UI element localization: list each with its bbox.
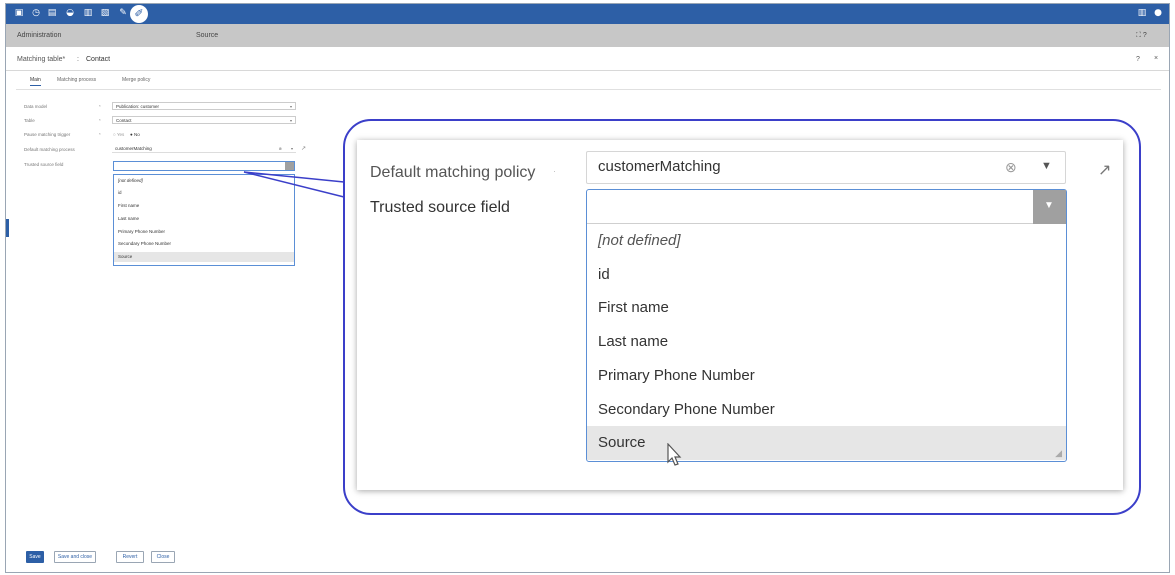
field-dot: ·	[553, 166, 556, 176]
mouse-pointer-icon	[667, 443, 682, 466]
list-item[interactable]: [not defined]	[587, 224, 1066, 258]
list-item[interactable]: First name	[587, 291, 1066, 325]
zoom-label-default-matching: Default matching policy	[370, 164, 536, 181]
trusted-source-input[interactable]: ▼	[587, 190, 1066, 224]
chevron-down-icon[interactable]: ▼	[1041, 160, 1052, 172]
list-item[interactable]: Last name	[587, 325, 1066, 359]
zoom-default-matching-value: customerMatching	[598, 158, 721, 175]
external-link-icon[interactable]: ↗	[1098, 160, 1111, 180]
list-item-source[interactable]: Source	[587, 426, 1066, 460]
dropdown-toggle[interactable]: ▼	[1033, 190, 1066, 224]
chevron-down-icon: ▼	[1044, 200, 1054, 211]
list-item[interactable]: Primary Phone Number	[587, 359, 1066, 393]
zoom-trusted-source-select[interactable]: ▼ [not defined] id First name Last name …	[586, 189, 1067, 462]
zoom-label-trusted-source: Trusted source field	[370, 199, 510, 216]
clear-icon[interactable]: ⊗	[1005, 159, 1017, 176]
callout-pointer	[243, 171, 345, 198]
resize-handle-icon[interactable]: ◢	[1055, 448, 1062, 459]
zoom-default-matching-select[interactable]: customerMatching ⊗ ▼	[586, 151, 1066, 184]
list-item[interactable]: id	[587, 258, 1066, 292]
list-item[interactable]: Secondary Phone Number	[587, 393, 1066, 427]
